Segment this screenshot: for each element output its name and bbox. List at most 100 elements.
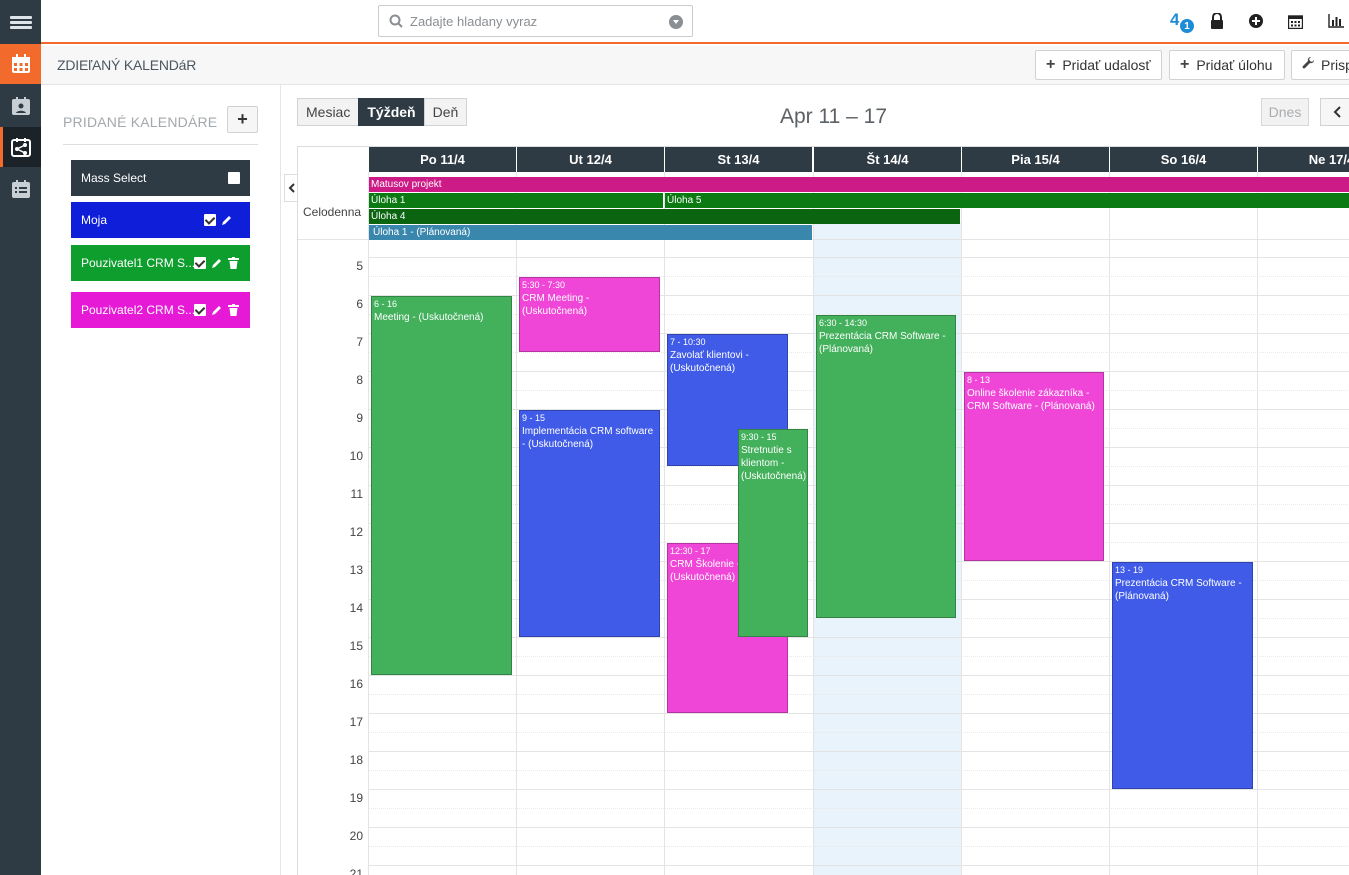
checkbox[interactable] — [204, 214, 216, 226]
view-switcher: Mesiac Týždeň Deň — [297, 98, 468, 126]
shared-calendar-icon[interactable] — [0, 127, 41, 167]
event-time: 13 - 19 — [1115, 565, 1144, 575]
calendar-icon[interactable] — [1285, 11, 1305, 31]
hour-label: 17 — [349, 715, 363, 729]
event-title: Online školenie zákazníka - CRM Software… — [967, 388, 1095, 412]
hour-label: 16 — [349, 677, 363, 691]
notification-badge[interactable]: 1 — [1178, 17, 1196, 35]
day-header[interactable]: Ut 12/4 — [516, 147, 664, 172]
event-title: Implementácia CRM software - (Uskutočnen… — [522, 426, 654, 450]
calendar-nav-icon[interactable] — [0, 44, 41, 84]
calendar-item-actions — [194, 304, 239, 319]
hour-label: 15 — [349, 639, 363, 653]
add-circle-icon[interactable] — [1246, 11, 1266, 31]
day-header[interactable]: Ne 17/4 — [1257, 147, 1349, 172]
allday-event[interactable]: Úloha 4 — [369, 209, 960, 224]
calendar-item[interactable]: Pouzivatel1 CRM S... — [71, 245, 250, 281]
hour-label: 14 — [349, 601, 363, 615]
hour-label: 9 — [356, 411, 363, 425]
day-header[interactable]: Št 14/4 — [813, 147, 961, 172]
pencil-icon[interactable] — [211, 257, 223, 272]
add-task-button[interactable]: + Pridať úlohu — [1169, 50, 1285, 80]
page-title: ZDIEľANÝ KALENDáR — [57, 57, 197, 73]
view-month-button[interactable]: Mesiac — [297, 98, 360, 126]
plus-icon: + — [1180, 56, 1190, 73]
view-week-button[interactable]: Týždeň — [358, 98, 425, 126]
task-calendar-icon[interactable] — [0, 169, 41, 209]
allday-event[interactable]: Úloha 1 - (Plánovaná) — [369, 225, 812, 240]
left-nav — [0, 0, 41, 875]
event-title: Meeting - (Uskutočnená) — [374, 312, 484, 323]
calendar-item[interactable]: Mass Select — [71, 160, 250, 196]
calendar-item-label: Mass Select — [81, 171, 147, 185]
date-range-title: Apr 11 – 17 — [780, 105, 888, 128]
calendar-item[interactable]: Moja — [71, 202, 250, 238]
allday-label: Celodenna — [303, 205, 362, 219]
calendar-event[interactable]: 9 - 15 Implementácia CRM software - (Usku… — [519, 410, 660, 637]
collapse-sidebar-button[interactable] — [284, 174, 298, 202]
search-dropdown-icon[interactable] — [669, 15, 683, 29]
calendar-item-label: Pouzivatel2 CRM S... — [81, 303, 196, 317]
lock-icon[interactable] — [1207, 11, 1227, 31]
pencil-icon[interactable] — [211, 304, 223, 319]
page-header: ZDIEľANÝ KALENDáR + Pridať udalosť + Prida… — [41, 46, 1349, 85]
calendar-item-label: Pouzivatel1 CRM S... — [81, 256, 196, 270]
add-event-button[interactable]: + Pridať udalosť — [1035, 50, 1162, 80]
trash-icon[interactable] — [228, 304, 239, 319]
checkbox[interactable] — [194, 257, 206, 269]
view-day-button[interactable]: Deň — [423, 98, 468, 126]
day-header[interactable]: St 13/4 — [664, 147, 812, 172]
event-time: 9 - 15 — [522, 413, 546, 423]
allday-event[interactable]: Úloha 1 — [369, 193, 663, 208]
trash-icon[interactable] — [228, 257, 239, 272]
day-column-line — [1257, 172, 1258, 875]
event-time: 7 - 10:30 — [670, 337, 706, 347]
calendar-item-actions — [228, 172, 240, 184]
checkbox[interactable] — [194, 304, 206, 316]
day-header[interactable]: So 16/4 — [1109, 147, 1257, 172]
plus-icon: + — [1046, 56, 1056, 73]
calendar-event[interactable]: 9:30 - 15 Stretnutie s klientom - (Uskuto… — [738, 429, 808, 637]
day-header[interactable]: Po 11/4 — [368, 147, 516, 172]
calendar-item-actions — [194, 257, 239, 272]
menu-icon[interactable] — [0, 0, 41, 44]
search-input[interactable]: Zadajte hladany vyraz — [378, 5, 693, 37]
contact-calendar-icon[interactable] — [0, 86, 41, 126]
hour-label: 5 — [356, 259, 363, 273]
chart-icon[interactable] — [1326, 11, 1346, 31]
search-placeholder: Zadajte hladany vyraz — [410, 14, 538, 29]
add-task-label: Pridať úlohu — [1196, 57, 1273, 73]
customize-label: Prisp — [1321, 57, 1349, 73]
allday-event[interactable]: Úloha 5 — [665, 193, 1349, 208]
prev-week-button[interactable] — [1320, 98, 1349, 126]
customize-button[interactable]: Prisp — [1291, 50, 1349, 80]
calendar-item[interactable]: Pouzivatel2 CRM S... — [71, 292, 250, 328]
day-column-line — [813, 172, 814, 875]
day-column-line — [961, 172, 962, 875]
checkbox[interactable] — [228, 172, 240, 184]
event-time: 6 - 16 — [374, 299, 398, 309]
add-event-label: Pridať udalosť — [1062, 57, 1151, 73]
allday-event[interactable]: Matusov projekt — [369, 177, 1349, 192]
day-header[interactable]: Pia 15/4 — [961, 147, 1109, 172]
sidebar-title: PRIDANÉ KALENDÁRE — [63, 114, 218, 130]
event-title: Zavolať klientovi - (Uskutočnená) — [670, 350, 749, 374]
calendar-event[interactable]: 6:30 - 14:30 Prezentácia CRM Software - (… — [816, 315, 956, 618]
pencil-icon[interactable] — [221, 214, 233, 229]
calendar-sidebar: PRIDANÉ KALENDÁRE + Mass Select Moja Pouzi… — [41, 85, 281, 875]
today-button[interactable]: Dnes — [1261, 98, 1309, 126]
event-time: 5:30 - 7:30 — [522, 280, 566, 290]
calendar-event[interactable]: 13 - 19 Prezentácia CRM Software - (Pláno… — [1112, 562, 1253, 789]
day-column-line — [368, 172, 369, 875]
event-time: 6:30 - 14:30 — [819, 318, 868, 328]
event-title: CRM Meeting - (Uskutočnená) — [522, 293, 590, 317]
calendar-event[interactable]: 8 - 13 Online školenie zákazníka - CRM So… — [964, 372, 1104, 561]
add-calendar-button[interactable]: + — [227, 106, 258, 133]
day-column-line — [1109, 172, 1110, 875]
hour-label: 12 — [349, 525, 363, 539]
event-title: Prezentácia CRM Software - (Plánovaná) — [819, 331, 946, 355]
event-title: Stretnutie s klientom - (Uskutočnená) — [741, 445, 807, 482]
hour-label: 6 — [356, 297, 363, 311]
calendar-event[interactable]: 5:30 - 7:30 CRM Meeting - (Uskutočnená) — [519, 277, 660, 352]
calendar-event[interactable]: 6 - 16 Meeting - (Uskutočnená) — [371, 296, 512, 675]
